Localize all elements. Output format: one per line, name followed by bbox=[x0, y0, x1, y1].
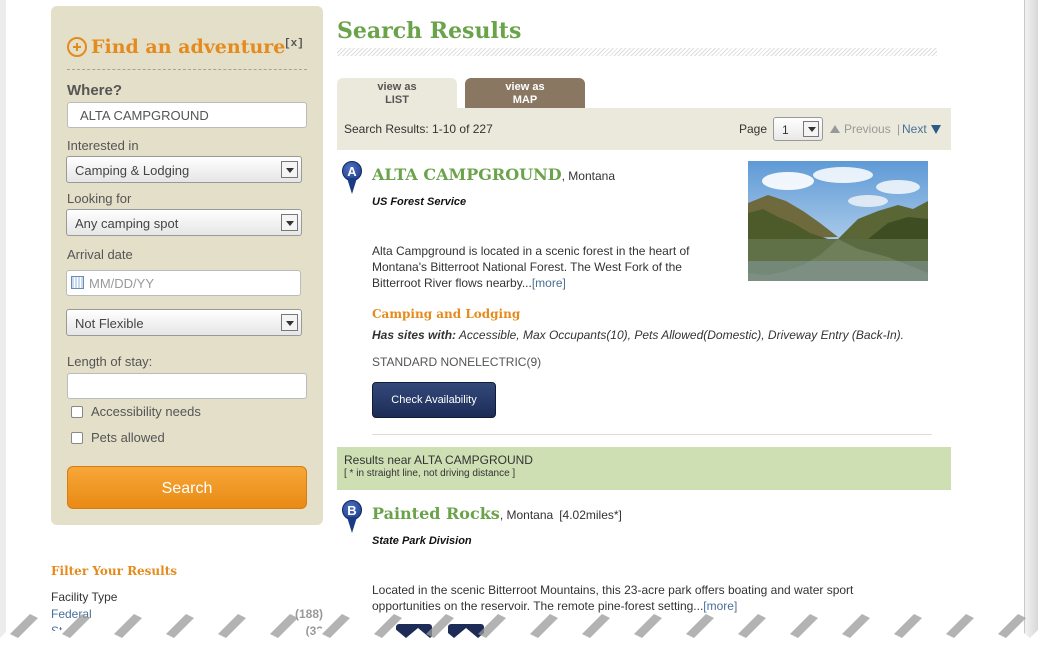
result-state: , Montana bbox=[561, 169, 615, 183]
arrival-date-input[interactable]: MM/DD/YY bbox=[66, 270, 301, 296]
sites-prefix: Has sites with: bbox=[372, 328, 457, 342]
page-select[interactable]: 1 bbox=[773, 117, 823, 141]
nearby-results-bar: Results near ALTA CAMPGROUND [ * in stra… bbox=[337, 447, 951, 490]
interested-select-value: Camping & Lodging bbox=[75, 163, 190, 178]
result-photo[interactable] bbox=[748, 161, 928, 281]
accessibility-checkbox-row[interactable]: Accessibility needs bbox=[71, 404, 201, 419]
chevron-down-icon[interactable] bbox=[281, 214, 298, 231]
pagination-separator: | bbox=[897, 122, 901, 136]
looking-label: Looking for bbox=[67, 191, 132, 206]
arrow-down-icon bbox=[930, 125, 941, 134]
sites-list: Accessible, Max Occupants(10), Pets Allo… bbox=[458, 328, 904, 342]
tab-list-line1: view as bbox=[377, 81, 417, 93]
arrow-up-icon bbox=[830, 125, 840, 133]
chevron-down-icon[interactable] bbox=[281, 314, 298, 331]
result-title: ALTA CAMPGROUND, Montana bbox=[372, 165, 615, 184]
result-divider bbox=[372, 434, 932, 435]
chevron-down-icon[interactable] bbox=[803, 121, 819, 137]
pets-checkbox-label: Pets allowed bbox=[91, 430, 165, 445]
result-name-link[interactable]: ALTA CAMPGROUND bbox=[372, 165, 562, 184]
result-desc-line: Alta Campground is located in a scenic f… bbox=[372, 244, 690, 258]
find-adventure-panel: Find an adventure [x] Where? ALTA CAMPGR… bbox=[51, 6, 323, 525]
page-title: Search Results bbox=[337, 18, 522, 44]
next-link[interactable]: Next bbox=[902, 122, 941, 136]
where-input[interactable]: ALTA CAMPGROUND bbox=[67, 102, 307, 128]
filter-title: Filter Your Results bbox=[51, 564, 178, 578]
looking-select[interactable]: Any camping spot bbox=[66, 209, 302, 236]
facility-type-label: Facility Type bbox=[51, 590, 118, 604]
result-desc-line: Bitterroot River flows nearby... bbox=[372, 276, 532, 290]
marker-tail bbox=[347, 178, 357, 194]
tab-view-as-list[interactable]: view as LIST bbox=[337, 78, 457, 108]
torn-edge-decoration bbox=[0, 614, 1038, 646]
result-agency: US Forest Service bbox=[372, 196, 467, 208]
search-button[interactable]: Search bbox=[67, 466, 307, 509]
results-pagination-bar: Search Results: 1-10 of 227 Page 1 Previ… bbox=[337, 108, 951, 150]
tab-list-line2: LIST bbox=[385, 94, 409, 106]
map-marker-icon[interactable]: B bbox=[341, 500, 362, 534]
title-divider bbox=[337, 48, 937, 56]
where-label: Where? bbox=[67, 82, 123, 99]
previous-label[interactable]: Previous bbox=[844, 122, 891, 136]
arrival-label: Arrival date bbox=[67, 247, 133, 262]
calendar-icon[interactable] bbox=[71, 276, 84, 289]
nearby-title: Results near ALTA CAMPGROUND bbox=[344, 453, 533, 467]
page-select-value: 1 bbox=[782, 123, 789, 137]
looking-select-value: Any camping spot bbox=[75, 216, 179, 231]
panel-title: Find an adventure bbox=[67, 36, 285, 58]
page-label: Page bbox=[739, 122, 768, 136]
tab-view-as-map[interactable]: view as MAP bbox=[465, 78, 585, 108]
marker-tail bbox=[347, 517, 357, 533]
results-count: Search Results: 1-10 of 227 bbox=[344, 122, 493, 136]
nearby-note: [ * in straight line, not driving distan… bbox=[344, 468, 516, 479]
plus-circle-icon bbox=[67, 37, 87, 57]
pets-checkbox[interactable] bbox=[71, 431, 83, 444]
result-desc-line: Located in the scenic Bitterroot Mountai… bbox=[372, 583, 854, 597]
more-link[interactable]: [more] bbox=[532, 276, 566, 290]
window-left-edge bbox=[0, 0, 6, 646]
window-right-edge bbox=[1024, 0, 1038, 646]
interested-label: Interested in bbox=[67, 138, 139, 153]
arrival-date-placeholder: MM/DD/YY bbox=[89, 276, 154, 291]
result-desc-line: Montana's Bitterroot National Forest. Th… bbox=[372, 260, 682, 274]
tab-map-line2: MAP bbox=[512, 94, 538, 106]
result-description: Alta Campground is located in a scenic f… bbox=[372, 243, 722, 291]
interested-select[interactable]: Camping & Lodging bbox=[66, 156, 302, 183]
result-category: Camping and Lodging bbox=[372, 307, 521, 321]
result-sites: Has sites with: Accessible, Max Occupant… bbox=[372, 328, 904, 342]
result-title: Painted Rocks, Montana [4.02miles*] bbox=[372, 504, 622, 523]
previous-link[interactable]: Previous bbox=[830, 122, 891, 136]
panel-title-text: Find an adventure bbox=[91, 36, 286, 58]
result-name-link[interactable]: Painted Rocks bbox=[372, 504, 500, 523]
panel-divider bbox=[67, 69, 307, 70]
length-label: Length of stay: bbox=[67, 354, 153, 369]
next-label[interactable]: Next bbox=[902, 122, 927, 136]
lake-photo-image bbox=[748, 161, 928, 281]
map-marker-icon[interactable]: A bbox=[341, 161, 362, 195]
length-of-stay-input[interactable] bbox=[67, 373, 307, 399]
flexibility-select[interactable]: Not Flexible bbox=[66, 309, 302, 336]
flexibility-select-value: Not Flexible bbox=[75, 316, 144, 331]
result-state: , Montana bbox=[499, 508, 554, 522]
chevron-down-icon[interactable] bbox=[281, 161, 298, 178]
accessibility-checkbox[interactable] bbox=[71, 405, 83, 418]
accessibility-checkbox-label: Accessibility needs bbox=[91, 404, 201, 419]
result-distance: [4.02miles*] bbox=[559, 508, 622, 522]
close-panel-button[interactable]: [x] bbox=[284, 38, 304, 50]
tab-map-line1: view as bbox=[505, 81, 545, 93]
check-availability-button[interactable]: Check Availability bbox=[372, 382, 496, 418]
result-site-type: STANDARD NONELECTRIC(9) bbox=[372, 355, 542, 369]
pets-checkbox-row[interactable]: Pets allowed bbox=[71, 430, 165, 445]
result-agency: State Park Division bbox=[372, 535, 472, 547]
